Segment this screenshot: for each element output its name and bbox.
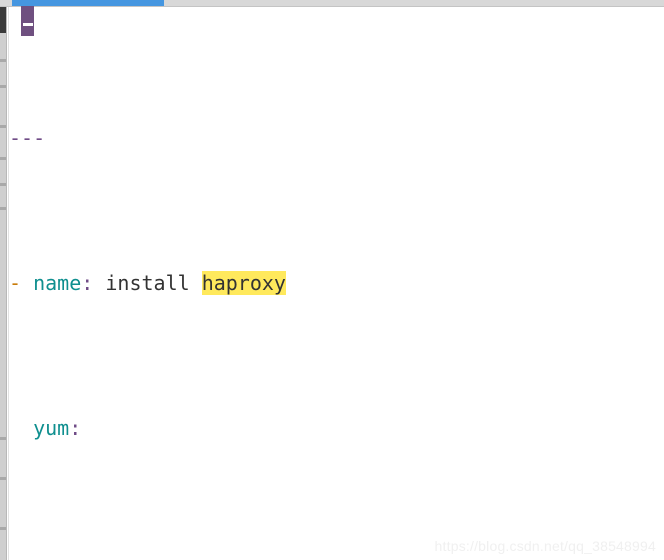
- code-line-3[interactable]: yum:: [9, 414, 664, 443]
- yaml-colon: :: [81, 271, 94, 295]
- yaml-key-name: name: [33, 271, 82, 295]
- code-editor-text[interactable]: --- - name: install haproxy yum: name: -…: [9, 8, 664, 560]
- scrollbar-marker: [0, 157, 6, 160]
- caret-dash-glyph: [23, 23, 33, 26]
- code-line-1[interactable]: ---: [9, 124, 664, 153]
- scrollbar-marker: [0, 59, 6, 62]
- scrollbar-marker: [0, 477, 6, 480]
- yaml-key-yum: yum: [33, 416, 70, 440]
- yaml-colon: :: [69, 416, 82, 440]
- editor-window: --- - name: install haproxy yum: name: -…: [0, 0, 664, 560]
- code-line-2[interactable]: - name: install haproxy: [9, 269, 664, 298]
- scrollbar-marker: [0, 207, 6, 210]
- list-dash: -: [9, 271, 22, 295]
- watermark: https://blog.csdn.net/qq_38548994: [434, 538, 656, 554]
- scrollbar-marker: [0, 437, 6, 440]
- yaml-document-marker: ---: [9, 126, 46, 150]
- vertical-scrollbar[interactable]: [0, 7, 7, 560]
- horizontal-scrollbar-thumb[interactable]: [12, 0, 164, 6]
- vertical-scrollbar-thumb[interactable]: [0, 7, 6, 33]
- text-caret: [21, 6, 34, 36]
- horizontal-scrollbar[interactable]: [0, 0, 664, 7]
- scrollbar-marker: [0, 183, 6, 186]
- scrollbar-marker: [0, 85, 6, 88]
- scrollbar-marker: [0, 125, 6, 128]
- yaml-value-text: install: [105, 271, 202, 295]
- search-match: haproxy: [201, 271, 286, 295]
- scrollbar-marker: [0, 527, 6, 530]
